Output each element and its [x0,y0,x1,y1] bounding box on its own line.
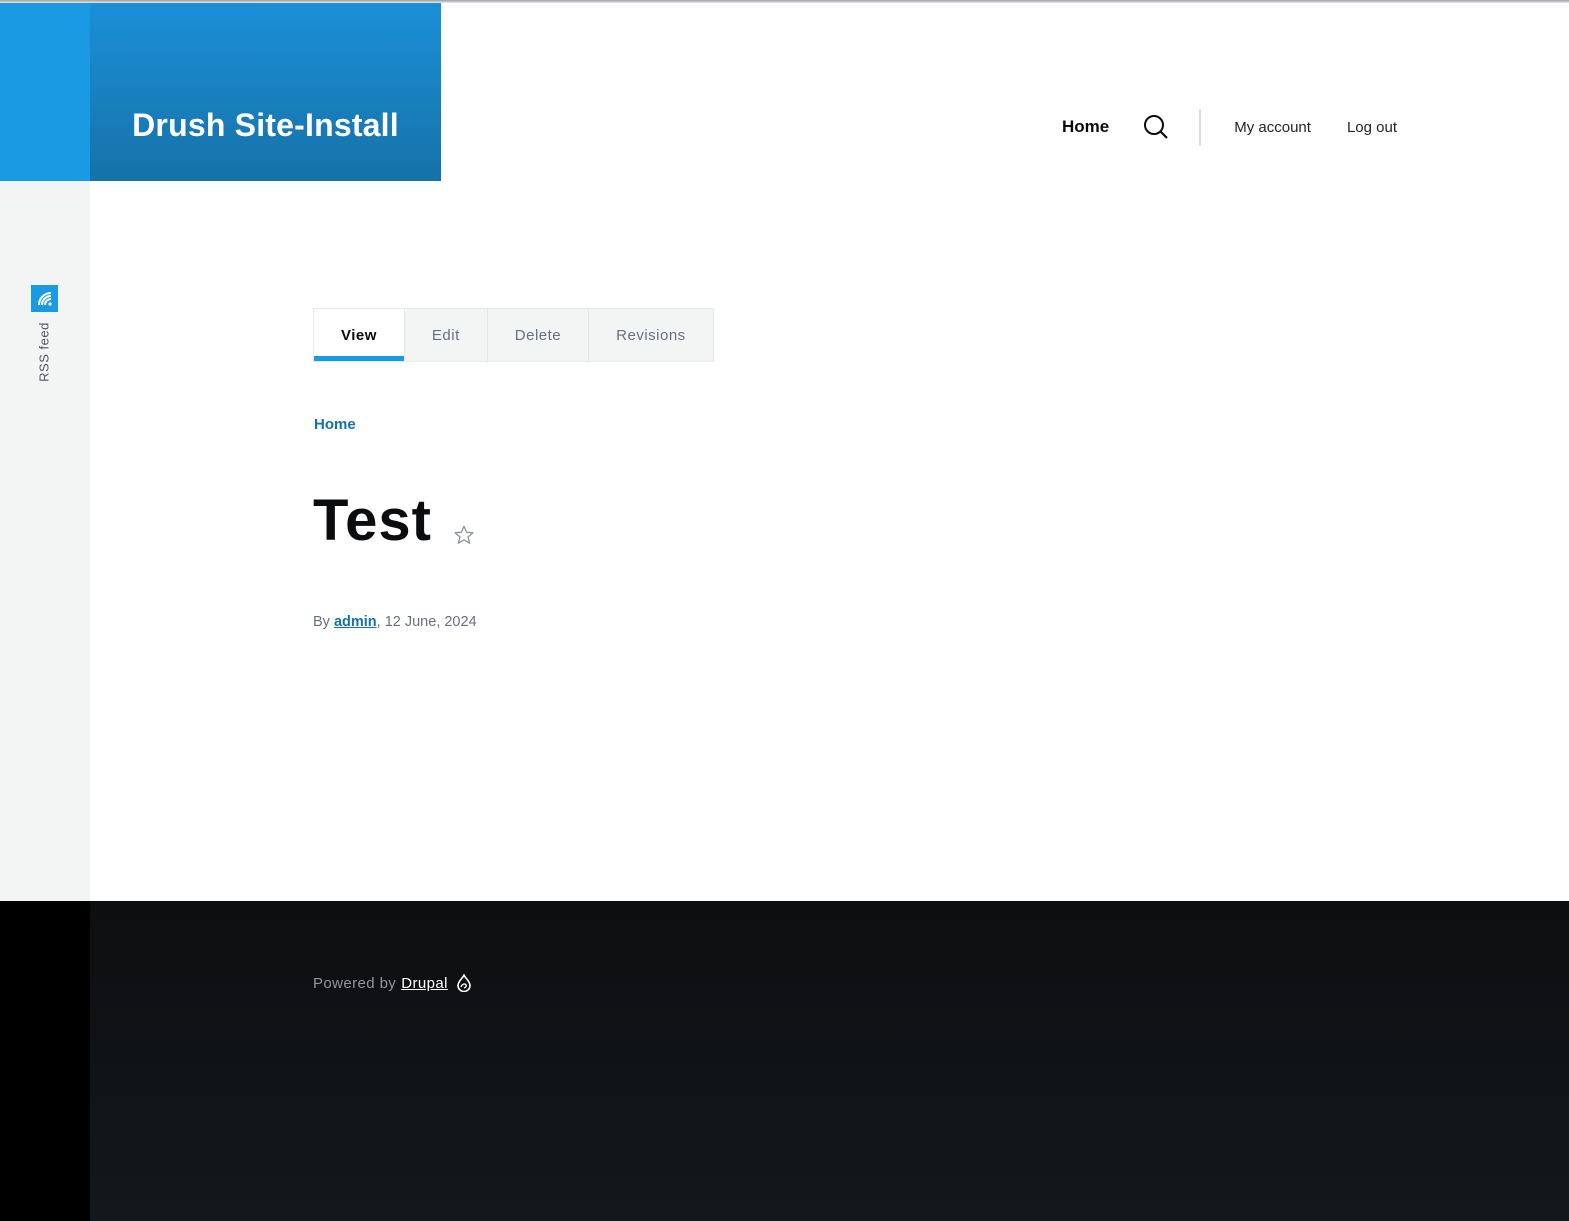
tab-delete[interactable]: Delete [488,309,590,361]
social-bar: RSS feed [0,0,90,901]
site-name-link[interactable]: Drush Site-Install [132,107,399,144]
breadcrumb-home-link[interactable]: Home [314,416,356,433]
site-footer: Powered by Drupal [90,901,1569,1221]
star-icon [454,525,474,544]
drupal-drop-icon [456,974,472,992]
tab-edit[interactable]: Edit [405,309,488,361]
powered-by-text: Powered by [313,974,397,992]
local-tasks-tabs: View Edit Delete Revisions [313,308,714,362]
top-border [0,0,1569,3]
rss-feed-label[interactable]: RSS feed [37,322,52,382]
bookmark-star-button[interactable] [452,523,476,547]
nav-log-out-link[interactable]: Log out [1347,119,1397,136]
nav-divider [1199,108,1202,146]
footer-left-bar [0,901,90,1221]
byline-date: , 12 June, 2024 [376,614,477,630]
nav-my-account-link[interactable]: My account [1234,119,1311,136]
rss-feed-link[interactable] [31,285,58,312]
byline-prefix: By [313,614,330,630]
page-title: Test [313,488,432,553]
author-link[interactable]: admin [334,614,377,630]
drupal-link[interactable]: Drupal [401,975,448,992]
rss-icon [37,291,52,306]
site-branding: Drush Site-Install [90,0,441,181]
social-bar-top [0,0,90,181]
node-byline: By admin, 12 June, 2024 [313,614,477,630]
search-button[interactable] [1142,113,1170,141]
primary-nav: Home My account Log out [1040,108,1397,146]
page: RSS feed Drush Site-Install Home My acco… [0,0,1569,1221]
nav-home-link[interactable]: Home [1062,117,1109,137]
tab-revisions[interactable]: Revisions [589,309,713,361]
search-icon [1144,115,1169,139]
tab-view[interactable]: View [314,309,405,361]
page-title-row: Test [313,485,476,557]
powered-by: Powered by Drupal [313,974,472,992]
